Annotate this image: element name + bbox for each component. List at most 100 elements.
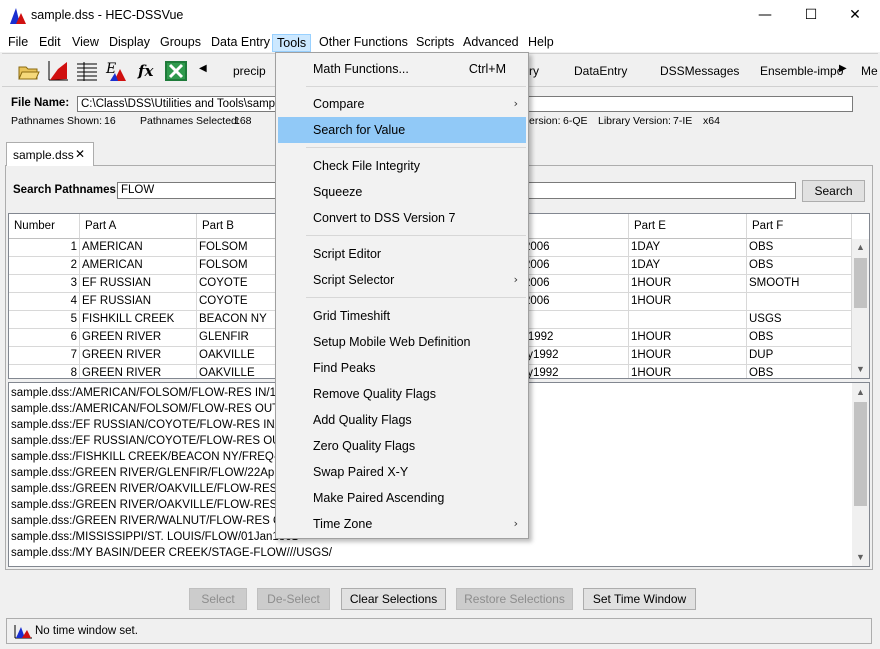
- scrollbar-thumb[interactable]: [854, 258, 867, 308]
- menu-file[interactable]: File: [4, 34, 32, 52]
- column-header-part-a[interactable]: Part A: [80, 214, 197, 239]
- excel-icon[interactable]: [164, 59, 188, 83]
- cell-part-f: USGS: [747, 311, 852, 329]
- menu-item-label: Search for Value: [313, 123, 406, 137]
- submenu-arrow-icon: ›: [513, 273, 518, 286]
- menu-item-time-zone[interactable]: Time Zone ›: [278, 511, 526, 537]
- list-item[interactable]: sample.dss:/GREEN RIVER/OAKVILLE/FLOW-RE…: [11, 481, 308, 497]
- cell-part-d: 2006: [522, 293, 629, 311]
- cell-part-d: ty1992: [522, 347, 629, 365]
- cell-part-a: AMERICAN: [80, 257, 197, 275]
- menu-separator: [306, 297, 526, 298]
- maximize-button[interactable]: ☐: [788, 0, 834, 30]
- menu-item-zero-quality-flags[interactable]: Zero Quality Flags: [278, 433, 526, 459]
- menu-item-setup-mobile-web[interactable]: Setup Mobile Web Definition: [278, 329, 526, 355]
- scroll-down-icon[interactable]: ▼: [852, 361, 869, 378]
- maximize-icon: ☐: [804, 7, 818, 23]
- menu-item-convert-dss7[interactable]: Convert to DSS Version 7: [278, 205, 526, 231]
- cell-number: 1: [9, 239, 80, 257]
- scroll-left-icon[interactable]: ◀: [199, 63, 207, 74]
- list-item[interactable]: sample.dss:/AMERICAN/FOLSOM/FLOW-RES OUT…: [11, 401, 305, 417]
- menu-item-squeeze[interactable]: Squeeze: [278, 179, 526, 205]
- menu-item-compare[interactable]: Compare ›: [278, 91, 526, 117]
- menu-item-script-selector[interactable]: Script Selector ›: [278, 267, 526, 293]
- menu-item-remove-quality-flags[interactable]: Remove Quality Flags: [278, 381, 526, 407]
- menu-tools[interactable]: Tools: [272, 34, 312, 52]
- menu-view[interactable]: View: [68, 34, 103, 52]
- list-item[interactable]: sample.dss:/EF RUSSIAN/COYOTE/FLOW-RES I…: [11, 417, 307, 433]
- open-folder-icon[interactable]: [17, 59, 41, 83]
- menu-item-add-quality-flags[interactable]: Add Quality Flags: [278, 407, 526, 433]
- menu-scripts[interactable]: Scripts: [412, 34, 458, 52]
- list-item[interactable]: sample.dss:/GREEN RIVER/WALNUT/FLOW-RES …: [11, 513, 307, 529]
- toolbar-tab-me[interactable]: Me: [861, 64, 878, 78]
- menu-groups[interactable]: Groups: [156, 34, 205, 52]
- cell-number: 3: [9, 275, 80, 293]
- cell-part-f: OBS: [747, 257, 852, 275]
- list-item[interactable]: sample.dss:/GREEN RIVER/GLENFIR/FLOW/22A…: [11, 465, 304, 481]
- scroll-up-icon[interactable]: ▲: [852, 239, 869, 256]
- select-button[interactable]: Select: [189, 588, 247, 610]
- title-bar: sample.dss - HEC-DSSVue — ☐ ✕: [0, 0, 880, 32]
- list-item[interactable]: sample.dss:/MISSISSIPPI/ST. LOUIS/FLOW/0…: [11, 529, 298, 545]
- list-item[interactable]: sample.dss:/AMERICAN/FOLSOM/FLOW-RES IN/…: [11, 385, 298, 401]
- menu-item-math-functions[interactable]: Math Functions... Ctrl+M: [278, 56, 526, 82]
- search-button[interactable]: Search: [802, 180, 865, 202]
- list-item[interactable]: sample.dss:/GREEN RIVER/OAKVILLE/FLOW-RE…: [11, 497, 308, 513]
- set-time-window-button[interactable]: Set Time Window: [583, 588, 696, 610]
- menu-display[interactable]: Display: [105, 34, 154, 52]
- toolbar-tab-dataentry[interactable]: DataEntry: [574, 64, 627, 78]
- scroll-down-icon[interactable]: ▼: [852, 549, 869, 566]
- menu-item-label: Script Editor: [313, 247, 382, 261]
- menu-item-grid-timeshift[interactable]: Grid Timeshift: [278, 303, 526, 329]
- menu-item-label: Math Functions...: [313, 62, 409, 76]
- minimize-button[interactable]: —: [742, 0, 788, 30]
- menu-advanced[interactable]: Advanced: [459, 34, 523, 52]
- toolbar-tab-precip[interactable]: precip: [233, 64, 266, 78]
- menu-item-label: Squeeze: [313, 185, 363, 199]
- menu-item-check-file-integrity[interactable]: Check File Integrity: [278, 153, 526, 179]
- menu-edit[interactable]: Edit: [35, 34, 65, 52]
- menu-item-swap-paired-xy[interactable]: Swap Paired X-Y: [278, 459, 526, 485]
- restore-selections-button[interactable]: Restore Selections: [456, 588, 573, 610]
- scrollbar-thumb[interactable]: [854, 402, 867, 506]
- version-label: ersion:: [529, 115, 561, 127]
- column-header-number[interactable]: Number: [9, 214, 80, 239]
- scroll-right-icon[interactable]: ▶: [839, 63, 847, 74]
- menu-item-label: Convert to DSS Version 7: [313, 211, 456, 225]
- toolbar-tab-ry[interactable]: ry: [529, 64, 539, 78]
- edit-data-icon[interactable]: E: [104, 59, 128, 83]
- list-vertical-scrollbar[interactable]: ▲ ▼: [852, 383, 869, 566]
- column-header-part-f[interactable]: Part F: [747, 214, 852, 239]
- menu-item-search-for-value[interactable]: Search for Value: [278, 117, 526, 143]
- menu-other-functions[interactable]: Other Functions: [315, 34, 412, 52]
- scroll-up-icon[interactable]: ▲: [852, 384, 869, 401]
- list-item[interactable]: sample.dss:/FISHKILL CREEK/BEACON NY/FRE…: [11, 449, 311, 465]
- deselect-button[interactable]: De-Select: [257, 588, 330, 610]
- menu-data-entry[interactable]: Data Entry: [207, 34, 274, 52]
- menu-item-make-paired-ascending[interactable]: Make Paired Ascending: [278, 485, 526, 511]
- toolbar-tab-dssmessages[interactable]: DSSMessages: [660, 64, 739, 78]
- cell-part-e: 1DAY: [629, 239, 747, 257]
- tab-sample-dss[interactable]: sample.dss ✕: [6, 142, 94, 166]
- list-item[interactable]: sample.dss:/MY BASIN/DEER CREEK/STAGE-FL…: [11, 545, 332, 561]
- tabulate-icon[interactable]: [75, 59, 99, 83]
- toolbar-tab-ensemble[interactable]: Ensemble-impo: [760, 64, 843, 78]
- search-pathnames-label: Search Pathnames:: [13, 184, 120, 196]
- cell-part-a: FISHKILL CREEK: [80, 311, 197, 329]
- close-tab-icon[interactable]: ✕: [75, 147, 85, 161]
- math-functions-icon[interactable]: fx: [138, 62, 153, 80]
- clear-selections-button[interactable]: Clear Selections: [341, 588, 446, 610]
- list-item[interactable]: sample.dss:/EF RUSSIAN/COYOTE/FLOW-RES O…: [11, 433, 303, 449]
- menu-item-find-peaks[interactable]: Find Peaks: [278, 355, 526, 381]
- library-version-label: Library Version:: [598, 115, 671, 127]
- menu-help[interactable]: Help: [524, 34, 558, 52]
- tab-label: sample.dss: [13, 148, 74, 162]
- cell-part-f: OBS: [747, 365, 852, 378]
- plot-icon[interactable]: [46, 59, 70, 83]
- close-window-button[interactable]: ✕: [832, 0, 878, 30]
- menu-item-script-editor[interactable]: Script Editor: [278, 241, 526, 267]
- table-vertical-scrollbar[interactable]: ▲ ▼: [852, 239, 869, 378]
- menu-item-label: Time Zone: [313, 517, 373, 531]
- column-header-part-e[interactable]: Part E: [629, 214, 747, 239]
